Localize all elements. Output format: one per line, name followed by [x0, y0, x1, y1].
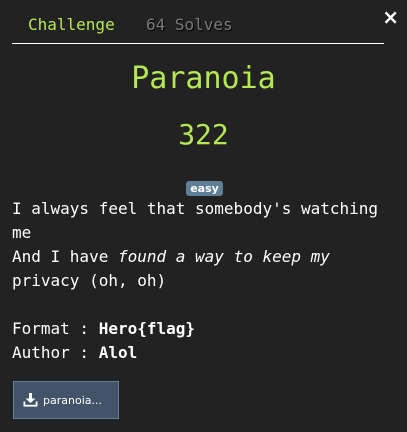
format-value: Hero{flag} — [98, 319, 196, 338]
format-label: Format : — [12, 319, 99, 338]
badge-row: easy — [0, 177, 407, 196]
challenge-modal: × Challenge 64 Solves Paranoia 322 easy … — [0, 0, 407, 432]
download-icon — [23, 393, 38, 407]
difficulty-badge: easy — [186, 181, 223, 196]
author-label: Author : — [12, 343, 99, 362]
modal-tabs: Challenge 64 Solves — [12, 0, 384, 44]
challenge-title: Paranoia — [131, 61, 276, 96]
description-blank-line — [12, 293, 397, 317]
file-download-button[interactable]: paranoia... — [13, 381, 119, 419]
description-line-3-italic: found a way to keep my — [117, 247, 330, 266]
description-line-2: me — [12, 223, 32, 242]
author-value: Alol — [98, 343, 138, 362]
tab-challenge[interactable]: Challenge — [28, 15, 115, 35]
author-line: Author : Alol — [12, 341, 397, 365]
description-line-3-text: And I have — [12, 247, 118, 266]
challenge-description: I always feel that somebody's watching m… — [12, 197, 397, 365]
description-line-1: I always feel that somebody's watching — [12, 199, 379, 218]
tab-solves[interactable]: 64 Solves — [146, 15, 233, 35]
description-line-4: privacy (oh, oh) — [12, 271, 167, 290]
challenge-points: 322 — [178, 118, 229, 151]
format-line: Format : Hero{flag} — [12, 317, 397, 341]
close-icon[interactable]: × — [382, 6, 399, 28]
description-line-3: And I have found a way to keep my — [12, 245, 397, 269]
file-name: paranoia... — [43, 393, 102, 407]
